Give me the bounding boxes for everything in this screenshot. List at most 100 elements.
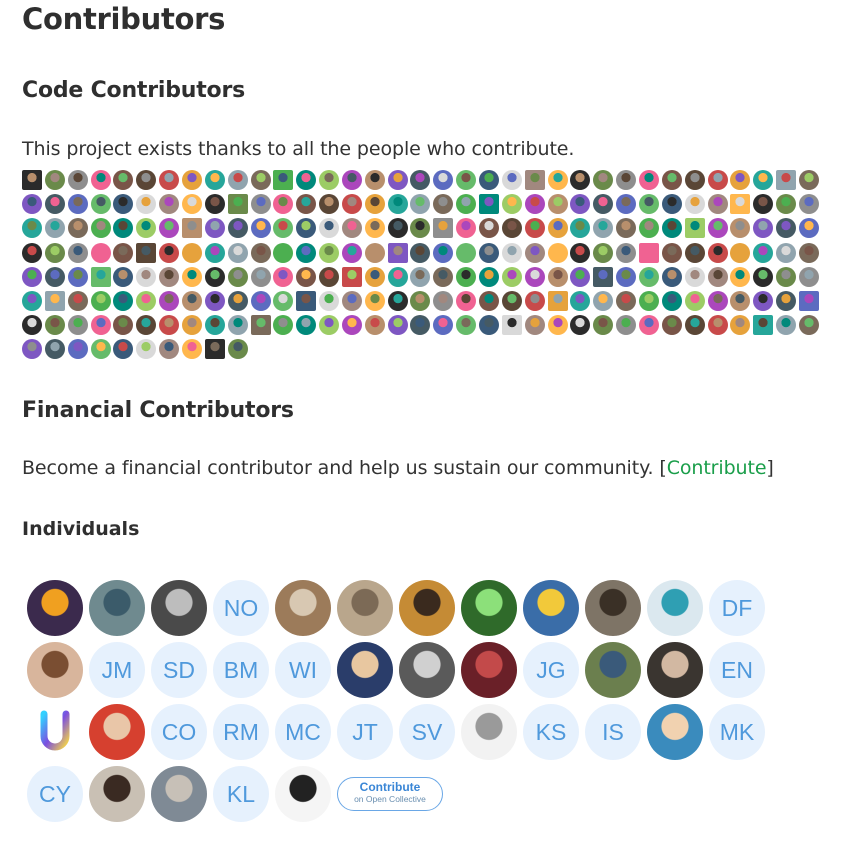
code-contributor-avatar[interactable]	[113, 266, 134, 287]
backer-avatar-photo[interactable]	[27, 580, 83, 636]
code-contributor-avatar[interactable]	[616, 194, 637, 215]
code-contributor-avatar[interactable]	[524, 194, 545, 215]
code-contributor-avatar[interactable]	[90, 170, 111, 190]
code-contributor-avatar[interactable]	[22, 194, 42, 215]
backer-avatar-photo[interactable]	[151, 580, 207, 636]
code-contributor-avatar[interactable]	[684, 315, 705, 336]
code-contributor-avatar[interactable]	[113, 315, 134, 336]
code-contributor-avatar[interactable]	[570, 170, 591, 190]
code-contributor-avatar[interactable]	[204, 339, 225, 360]
code-contributor-avatar[interactable]	[479, 218, 499, 239]
backer-avatar-initials[interactable]: CY	[27, 766, 83, 822]
code-contributor-avatar[interactable]	[250, 194, 271, 215]
code-contributor-avatar[interactable]	[456, 170, 477, 190]
code-contributor-avatar[interactable]	[22, 339, 42, 360]
code-contributor-avatar[interactable]	[547, 315, 568, 336]
backer-avatar-initials[interactable]: MC	[275, 704, 331, 760]
code-contributor-avatar[interactable]	[707, 194, 728, 215]
code-contributor-avatar[interactable]	[296, 242, 317, 263]
code-contributor-avatar[interactable]	[570, 315, 591, 336]
backer-avatar-initials[interactable]: BM	[213, 642, 269, 698]
code-contributor-avatar[interactable]	[341, 170, 362, 190]
code-contributor-avatar[interactable]	[90, 315, 111, 336]
backer-avatar-photo[interactable]	[89, 580, 145, 636]
backer-avatar-initials[interactable]: KS	[523, 704, 579, 760]
code-contributor-avatar[interactable]	[616, 266, 637, 287]
code-contributor-avatar[interactable]	[44, 242, 65, 263]
backer-avatar-photo[interactable]	[27, 642, 83, 698]
backer-avatar-photo[interactable]	[461, 642, 517, 698]
code-contributor-avatar[interactable]	[501, 291, 522, 311]
code-contributor-avatar[interactable]	[319, 194, 340, 215]
code-contributor-avatar[interactable]	[479, 266, 499, 287]
code-contributor-avatar[interactable]	[296, 194, 317, 215]
code-contributor-avatar[interactable]	[410, 315, 431, 336]
code-contributor-avatar[interactable]	[159, 266, 180, 287]
code-contributor-avatar[interactable]	[227, 266, 248, 287]
code-contributor-avatar[interactable]	[341, 266, 362, 287]
code-contributor-avatar[interactable]	[638, 170, 659, 190]
code-contributor-avatar[interactable]	[204, 194, 225, 215]
code-contributor-avatar[interactable]	[661, 170, 682, 190]
code-contributor-avatar[interactable]	[250, 218, 271, 239]
code-contributor-avatar[interactable]	[204, 266, 225, 287]
code-contributor-avatar[interactable]	[90, 339, 111, 360]
code-contributor-avatar[interactable]	[661, 266, 682, 287]
code-contributor-avatar[interactable]	[364, 291, 385, 311]
code-contributor-avatar[interactable]	[341, 242, 362, 263]
code-contributor-avatar[interactable]	[181, 291, 202, 311]
code-contributor-avatar[interactable]	[387, 170, 408, 190]
code-contributor-avatar[interactable]	[410, 266, 431, 287]
backer-avatar-photo[interactable]	[399, 580, 455, 636]
code-contributor-avatar[interactable]	[798, 170, 819, 190]
code-contributor-avatar[interactable]	[181, 266, 202, 287]
code-contributor-avatar[interactable]	[341, 291, 362, 311]
code-contributor-avatar[interactable]	[570, 194, 591, 215]
code-contributor-avatar[interactable]	[136, 194, 157, 215]
code-contributor-avatar[interactable]	[364, 266, 385, 287]
code-contributor-avatar[interactable]	[547, 291, 568, 311]
code-contributor-avatar[interactable]	[341, 218, 362, 239]
backer-avatar-initials[interactable]: JT	[337, 704, 393, 760]
code-contributor-avatar[interactable]	[387, 194, 408, 215]
backer-avatar-photo[interactable]	[89, 766, 145, 822]
code-contributor-avatar[interactable]	[456, 266, 477, 287]
code-contributor-avatar[interactable]	[319, 242, 340, 263]
code-contributor-avatar[interactable]	[159, 315, 180, 336]
backer-avatar-initials[interactable]: SV	[399, 704, 455, 760]
code-contributor-avatar[interactable]	[227, 291, 248, 311]
code-contributor-avatar[interactable]	[753, 218, 774, 239]
code-contributor-avatar[interactable]	[501, 218, 522, 239]
backer-avatar-photo[interactable]	[523, 580, 579, 636]
code-contributor-avatar[interactable]	[44, 339, 65, 360]
code-contributor-avatar[interactable]	[776, 242, 797, 263]
code-contributor-avatar[interactable]	[730, 170, 751, 190]
code-contributor-avatar[interactable]	[181, 194, 202, 215]
code-contributor-avatar[interactable]	[753, 194, 774, 215]
code-contributor-avatar[interactable]	[136, 218, 157, 239]
code-contributor-avatar[interactable]	[90, 218, 111, 239]
code-contributor-avatar[interactable]	[113, 194, 134, 215]
code-contributor-avatar[interactable]	[456, 291, 477, 311]
code-contributor-avatar[interactable]	[730, 242, 751, 263]
code-contributor-avatar[interactable]	[707, 218, 728, 239]
code-contributor-avatar[interactable]	[410, 291, 431, 311]
code-contributor-avatar[interactable]	[593, 291, 614, 311]
code-contributor-avatar[interactable]	[136, 339, 157, 360]
code-contributor-avatar[interactable]	[227, 194, 248, 215]
code-contributor-avatar[interactable]	[364, 170, 385, 190]
backer-avatar-photo[interactable]	[399, 642, 455, 698]
code-contributor-avatar[interactable]	[684, 194, 705, 215]
backer-avatar-initials[interactable]: CO	[151, 704, 207, 760]
code-contributor-avatar[interactable]	[456, 242, 477, 263]
backer-avatar-photo[interactable]	[647, 704, 703, 760]
code-contributor-avatar[interactable]	[67, 291, 88, 311]
code-contributor-avatar[interactable]	[593, 218, 614, 239]
code-contributor-avatar[interactable]	[204, 170, 225, 190]
code-contributor-avatar[interactable]	[524, 266, 545, 287]
code-contributor-avatar[interactable]	[159, 291, 180, 311]
code-contributor-avatar[interactable]	[44, 218, 65, 239]
code-contributor-avatar[interactable]	[296, 315, 317, 336]
code-contributor-avatar[interactable]	[159, 218, 180, 239]
code-contributor-avatar[interactable]	[67, 339, 88, 360]
